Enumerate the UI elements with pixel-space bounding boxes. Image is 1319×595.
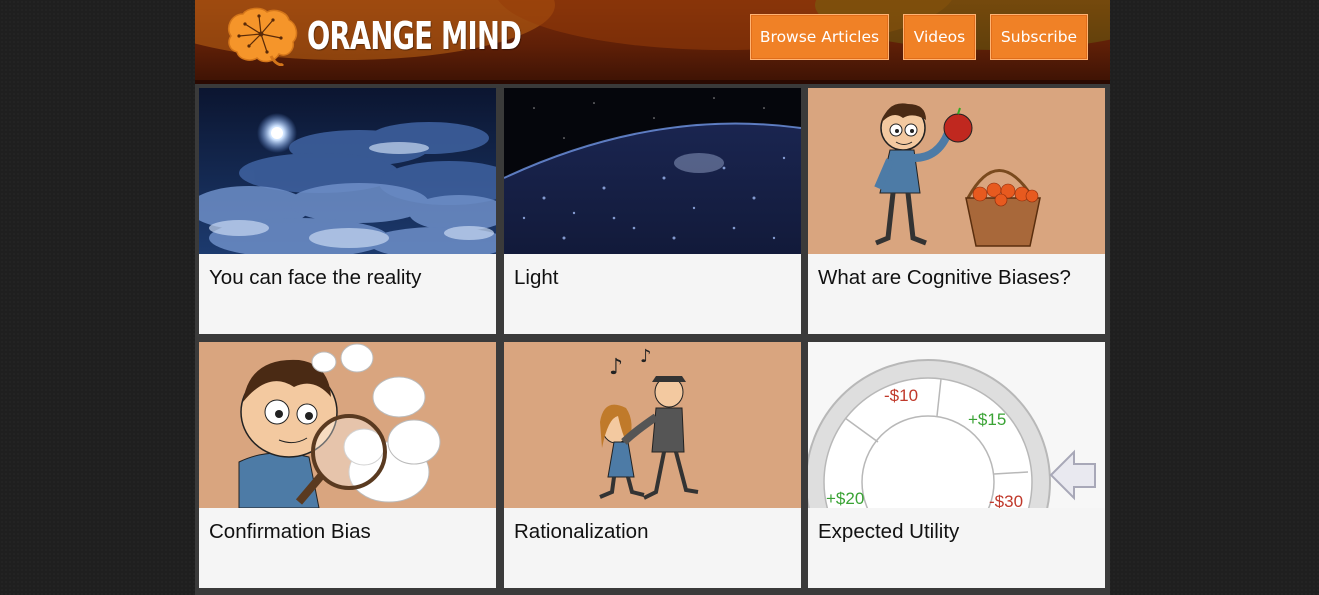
site-name: ORANGE MIND [307, 14, 522, 58]
card-thumbnail [199, 88, 496, 254]
card-title[interactable]: Light [514, 266, 793, 290]
nav-subscribe-button[interactable]: Subscribe [990, 14, 1088, 60]
card-thumbnail [504, 88, 801, 254]
site-header: ORANGE MIND Browse Articles Videos Subsc… [195, 0, 1110, 84]
card-thumbnail: ♪ ♪ [504, 342, 801, 508]
article-card-cognitive-biases[interactable]: What are Cognitive Biases? [808, 88, 1105, 334]
card-thumbnail: -$10 +$15 +$20 -$30 [808, 342, 1105, 508]
wheel-label-plus-20: +$20 [826, 489, 864, 508]
wheel-label-minus-10: -$10 [884, 386, 918, 405]
site-logo[interactable]: ORANGE MIND [223, 6, 604, 66]
card-thumbnail [199, 342, 496, 508]
card-title[interactable]: What are Cognitive Biases? [818, 266, 1097, 290]
nav-browse-articles-button[interactable]: Browse Articles [750, 14, 889, 60]
article-card-rationalization[interactable]: ♪ ♪ Rationalization [504, 342, 801, 588]
article-card-expected-utility[interactable]: -$10 +$15 +$20 -$30 Expected Utility [808, 342, 1105, 588]
card-title[interactable]: You can face the reality [209, 266, 488, 290]
article-card-face-reality[interactable]: You can face the reality [199, 88, 496, 334]
svg-text:♪: ♪ [609, 355, 623, 380]
card-title[interactable]: Rationalization [514, 520, 793, 544]
nav-videos-button[interactable]: Videos [903, 14, 976, 60]
card-title[interactable]: Expected Utility [818, 520, 1097, 544]
page-container: ORANGE MIND Browse Articles Videos Subsc… [195, 0, 1110, 595]
wheel-label-plus-15: +$15 [968, 410, 1006, 429]
article-card-light[interactable]: Light [504, 88, 801, 334]
card-title[interactable]: Confirmation Bias [209, 520, 488, 544]
brain-icon [227, 7, 298, 66]
wheel-label-minus-30: -$30 [989, 492, 1023, 508]
card-thumbnail [808, 88, 1105, 254]
svg-text:♪: ♪ [640, 346, 652, 367]
article-card-confirmation-bias[interactable]: Confirmation Bias [199, 342, 496, 588]
